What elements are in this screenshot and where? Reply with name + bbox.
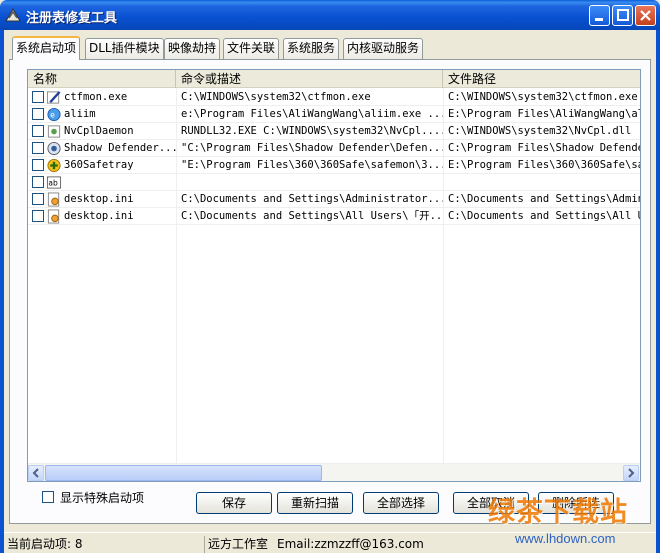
- cell-command: "C:\Program Files\Shadow Defender\Defen.…: [181, 142, 443, 154]
- row-checkbox[interactable]: [32, 159, 44, 171]
- select-all-button[interactable]: 全部选择: [363, 492, 439, 514]
- show-special-checkbox[interactable]: [42, 491, 54, 503]
- cell-path: C:\Program Files\Shadow Defender: [448, 142, 640, 154]
- arrow-left-icon: [32, 468, 39, 478]
- svg-text:e: e: [50, 110, 55, 119]
- shield-icon: [47, 141, 61, 156]
- column-header-path[interactable]: 文件路径: [443, 70, 640, 88]
- tab-kernel-driver-services[interactable]: 内核驱动服务: [343, 38, 424, 59]
- window-title: 注册表修复工具: [26, 11, 118, 26]
- ab-icon: ab: [46, 176, 62, 189]
- app-icon: [5, 8, 21, 22]
- tab-system-services[interactable]: 系统服务: [283, 38, 340, 59]
- tab-image-hijack[interactable]: 映像劫持: [164, 38, 221, 59]
- watermark-logo: 绿茶下载站: [488, 497, 628, 528]
- settings-file-icon: [47, 192, 60, 207]
- status-item-count: 当前启动项: 8: [7, 537, 83, 551]
- show-special-label[interactable]: 显示特殊启动项: [60, 489, 144, 506]
- plus-icon: [47, 158, 61, 173]
- cell-command: e:\Program Files\AliWangWang\aliim.exe .…: [181, 108, 443, 120]
- cell-path: [448, 174, 640, 191]
- cell-command: [181, 174, 443, 191]
- cell-command: C:\WINDOWS\system32\ctfmon.exe: [181, 91, 371, 103]
- tab-dll-plugins[interactable]: DLL插件模块: [85, 38, 164, 59]
- cell-name: Shadow Defender...: [64, 142, 176, 154]
- globe-icon: e: [47, 107, 61, 122]
- row-checkbox[interactable]: [32, 176, 44, 188]
- cell-path: C:\Documents and Settings\Admini: [448, 193, 640, 205]
- table-row[interactable]: NvCplDaemon RUNDLL32.EXE C:\WINDOWS\syste…: [28, 123, 640, 140]
- cell-command: "E:\Program Files\360\360Safe\safemon\3.…: [181, 159, 443, 171]
- list-header: 名称 命令或描述 文件路径: [28, 70, 640, 88]
- table-row[interactable]: Shadow Defender... "C:\Program Files\Shad…: [28, 140, 640, 157]
- row-checkbox[interactable]: [32, 91, 44, 103]
- column-header-name[interactable]: 名称: [28, 70, 176, 88]
- close-icon: [640, 10, 651, 21]
- cell-path: C:\WINDOWS\system32\NvCpl.dll: [448, 125, 632, 137]
- tab-file-association[interactable]: 文件关联: [223, 38, 280, 59]
- cell-name: 360Safetray: [64, 159, 134, 171]
- window-border-left: [0, 30, 4, 553]
- table-row[interactable]: ctfmon.exe C:\WINDOWS\system32\ctfmon.exe…: [28, 89, 640, 106]
- arrow-right-icon: [628, 468, 635, 478]
- status-author: 远方工作室: [204, 536, 268, 553]
- cell-path: E:\Program Files\AliWangWang\ali: [448, 108, 640, 120]
- table-row[interactable]: 360Safetray "E:\Program Files\360\360Safe…: [28, 157, 640, 174]
- cell-path: C:\WINDOWS\system32\ctfmon.exe: [448, 91, 638, 103]
- cell-name: ctfmon.exe: [64, 91, 128, 103]
- cell-path: C:\Documents and Settings\All Us: [448, 210, 640, 222]
- horizontal-scrollbar[interactable]: [28, 463, 640, 481]
- gear-icon: [47, 125, 61, 138]
- table-row[interactable]: desktop.ini C:\Documents and Settings\All…: [28, 208, 640, 225]
- startup-list[interactable]: 名称 命令或描述 文件路径 ctfmon.exe C:\WINDOWS\syste…: [27, 69, 641, 482]
- title-bar[interactable]: 注册表修复工具: [0, 0, 660, 30]
- minimize-button[interactable]: [589, 5, 610, 26]
- cell-command: RUNDLL32.EXE C:\WINDOWS\system32\NvCpl..…: [181, 125, 443, 137]
- svg-text:ab: ab: [48, 178, 58, 187]
- cell-name: [64, 174, 176, 191]
- scroll-thumb[interactable]: [45, 465, 322, 481]
- table-row[interactable]: desktop.ini C:\Documents and Settings\Adm…: [28, 191, 640, 208]
- row-checkbox[interactable]: [32, 125, 44, 137]
- scroll-left-button[interactable]: [28, 465, 44, 481]
- row-checkbox[interactable]: [32, 142, 44, 154]
- scroll-right-button[interactable]: [623, 465, 639, 481]
- pen-icon: [46, 91, 61, 104]
- table-row[interactable]: e aliim e:\Program Files\AliWangWang\aliim…: [28, 106, 640, 123]
- watermark-url: www.lhdown.com: [515, 531, 616, 546]
- cell-name: desktop.ini: [64, 193, 134, 205]
- row-checkbox[interactable]: [32, 210, 44, 222]
- cell-command: C:\Documents and Settings\All Users\「开..…: [181, 210, 443, 222]
- cell-name: aliim: [64, 108, 96, 120]
- maximize-icon: [617, 9, 629, 21]
- maximize-button[interactable]: [612, 5, 633, 26]
- status-email: Email:zzmzzff@163.com: [277, 537, 424, 551]
- minimize-icon: [595, 18, 603, 21]
- row-checkbox[interactable]: [32, 193, 44, 205]
- cell-command: C:\Documents and Settings\Administrator.…: [181, 193, 443, 205]
- table-row[interactable]: ab: [28, 174, 640, 191]
- close-button[interactable]: [635, 5, 656, 26]
- column-header-command[interactable]: 命令或描述: [176, 70, 443, 88]
- window-border-right: [656, 30, 660, 553]
- cell-name: NvCplDaemon: [64, 125, 134, 137]
- cell-path: E:\Program Files\360\360Safe\safe: [448, 159, 640, 171]
- tab-startup[interactable]: 系统启动项: [12, 36, 81, 60]
- rescan-button[interactable]: 重新扫描: [277, 492, 353, 514]
- row-checkbox[interactable]: [32, 108, 44, 120]
- cell-name: desktop.ini: [64, 210, 134, 222]
- save-button[interactable]: 保存: [196, 492, 272, 514]
- settings-file-icon: [47, 209, 60, 224]
